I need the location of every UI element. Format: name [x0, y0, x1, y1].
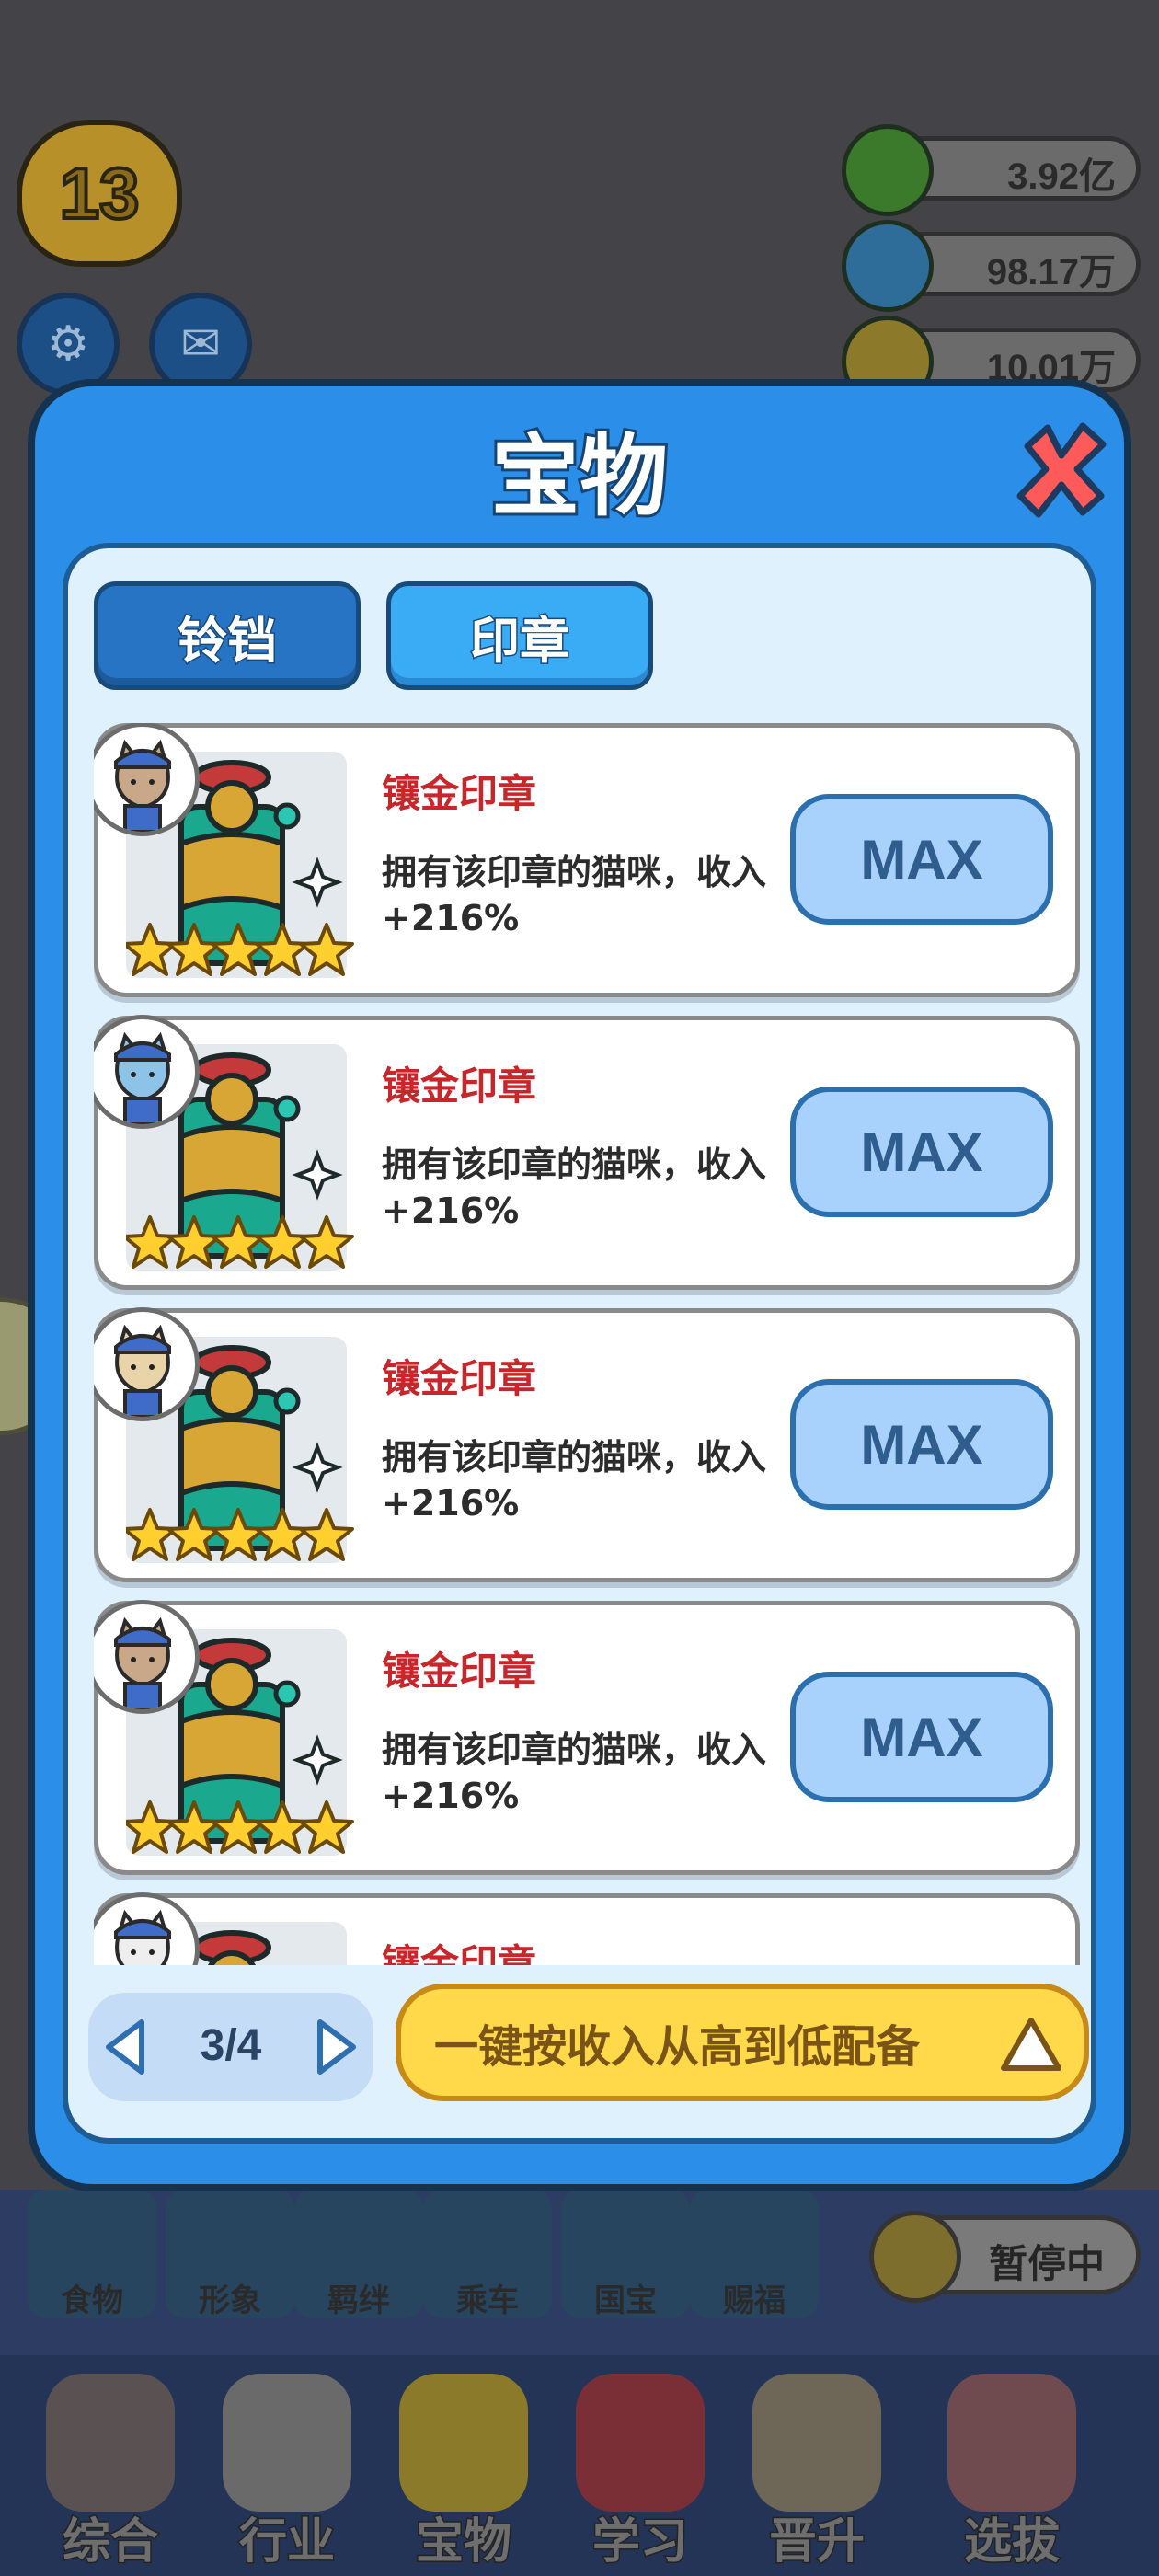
treasure-description: 拥有该印章的猫咪，收入+216%	[382, 1730, 767, 1816]
pause-button[interactable]: 暂停中	[869, 2211, 1141, 2303]
feature-ride-label: 乘车	[456, 2283, 519, 2319]
feature-food[interactable]: 食物	[28, 2190, 156, 2319]
cat-avatar[interactable]	[94, 1892, 200, 1965]
feature-bond-label: 羁绊	[327, 2283, 390, 2319]
level-number: 13	[58, 151, 142, 236]
treasure-description: 拥有该印章的猫咪，收入+216%	[382, 1144, 767, 1231]
star-rating	[122, 1213, 356, 1272]
treasure-list[interactable]: 镶金印章 拥有该印章的猫咪，收入+216% MAX 镶金印章 拥有该印章的猫咪，收入+…	[94, 723, 1084, 1965]
treasure-modal: 宝物 铃铛 印章 镶金印章 拥有该印章的猫咪，收入+216% MAX 镶金印章 拥有该…	[28, 379, 1131, 2191]
treasure-name: 镶金印章	[382, 1356, 537, 1401]
modal-title: 宝物	[488, 422, 671, 531]
nav-treasure[interactable]: 宝物	[381, 2364, 546, 2571]
bell-icon	[399, 2374, 528, 2512]
feature-appearance[interactable]: 形象	[166, 2190, 294, 2319]
play-icon	[869, 2211, 961, 2303]
star-rating	[122, 1506, 356, 1565]
star-rating	[122, 1799, 356, 1857]
pager: 3/4	[88, 1993, 373, 2101]
max-level-button[interactable]: MAX	[790, 1087, 1053, 1217]
nav-study-label: 学习	[591, 2513, 689, 2571]
nav-treasure-label: 宝物	[414, 2513, 512, 2571]
nav-overview-label: 综合	[61, 2513, 159, 2571]
currency-gems[interactable]: 98.17万	[842, 220, 1141, 312]
feature-row: 食物 形象 羁绊 乘车 国宝 赐福	[28, 2190, 855, 2328]
close-button[interactable]	[1006, 414, 1117, 524]
feature-national-treasure-label: 国宝	[594, 2283, 657, 2319]
nav-overview[interactable]: 综合	[28, 2364, 193, 2571]
nav-industry-label: 行业	[237, 2513, 336, 2571]
bottom-nav: 综合 行业 宝物 学习 晋升 选拔	[0, 2355, 1159, 2576]
gear-icon: ⚙	[46, 316, 90, 372]
feature-bond[interactable]: 羁绊	[294, 2190, 423, 2319]
star-rating	[122, 921, 356, 980]
feature-blessing-label: 赐福	[723, 2283, 786, 2319]
max-level-button[interactable]: MAX	[790, 794, 1053, 925]
next-page-icon[interactable]	[307, 2017, 362, 2077]
modal-inner-panel: 铃铛 印章 镶金印章 拥有该印章的猫咪，收入+216% MAX 镶金印章 拥有该印章的…	[63, 543, 1096, 2144]
nav-promote[interactable]: 晋升	[734, 2364, 900, 2571]
treasure-card: 镶金印章拥有该印章的猫咪，收入+216% MAX	[94, 1015, 1080, 1290]
treasure-name: 镶金印章	[382, 771, 537, 816]
nav-promote-label: 晋升	[767, 2513, 866, 2571]
currency-gems-value: 98.17万	[986, 252, 1116, 293]
book-icon	[576, 2374, 705, 2512]
warning-triangle-icon	[1001, 2018, 1061, 2071]
overview-icon	[46, 2374, 175, 2512]
feature-national-treasure[interactable]: 国宝	[561, 2190, 690, 2319]
currency-coins-value: 3.92亿	[1007, 156, 1116, 197]
nav-industry[interactable]: 行业	[204, 2364, 370, 2571]
cat-pedestal-icon	[947, 2374, 1076, 2512]
close-icon	[1016, 422, 1107, 518]
treasure-card: 镶金印章拥有该印章的猫咪，收入+216% MAX	[94, 723, 1080, 997]
currency-coins[interactable]: 3.92亿	[842, 124, 1141, 216]
pause-label: 暂停中	[989, 2241, 1106, 2286]
level-badge[interactable]: 13	[17, 120, 182, 267]
treasure-description: 拥有该印章的猫咪，收入+216%	[382, 1437, 767, 1524]
feature-appearance-label: 形象	[199, 2283, 261, 2319]
tab-seal[interactable]: 印章	[386, 581, 653, 690]
feature-ride[interactable]: 乘车	[423, 2190, 552, 2319]
envelope-icon: ✉	[180, 316, 221, 372]
auto-equip-label: 一键按收入从高到低配备	[434, 2021, 921, 2073]
tab-bell[interactable]: 铃铛	[94, 581, 361, 690]
treasure-card: 镶金印章	[94, 1892, 1080, 1965]
treasure-card: 镶金印章拥有该印章的猫咪，收入+216% MAX	[94, 1307, 1080, 1582]
treasure-name: 镶金印章	[382, 1941, 537, 1965]
feature-blessing[interactable]: 赐福	[690, 2190, 819, 2319]
nav-select-label: 选拔	[962, 2513, 1061, 2571]
max-level-button[interactable]: MAX	[790, 1672, 1053, 1802]
treasure-name: 镶金印章	[382, 1064, 537, 1109]
scroll-icon	[752, 2374, 881, 2512]
treasure-card: 镶金印章拥有该印章的猫咪，收入+216% MAX	[94, 1600, 1080, 1875]
auto-equip-button[interactable]: 一键按收入从高到低配备	[396, 1984, 1089, 2101]
nav-select[interactable]: 选拔	[929, 2364, 1095, 2571]
max-level-button[interactable]: MAX	[790, 1379, 1053, 1510]
coin-plus-icon	[842, 124, 934, 216]
feature-food-label: 食物	[61, 2283, 123, 2319]
cat-icon	[223, 2374, 351, 2512]
treasure-description: 拥有该印章的猫咪，收入+216%	[382, 852, 767, 938]
gem-plus-icon	[842, 220, 934, 312]
treasure-name: 镶金印章	[382, 1649, 537, 1694]
nav-study[interactable]: 学习	[557, 2364, 723, 2571]
